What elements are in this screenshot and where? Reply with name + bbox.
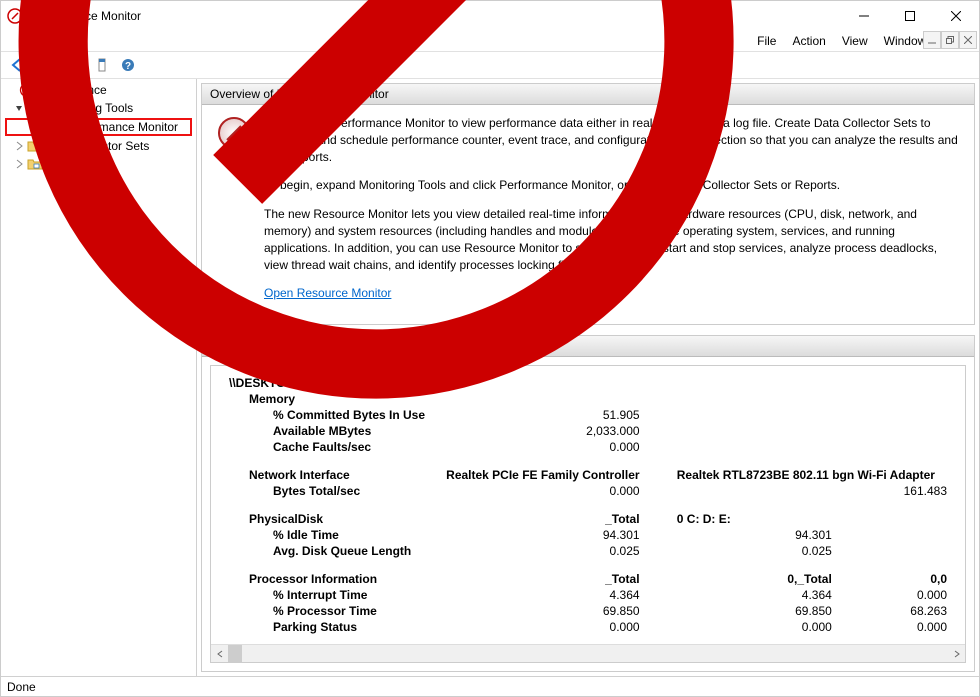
col-net2: Realtek RTL8723BE 802.11 bgn Wi-Fi Adapt… bbox=[673, 468, 951, 484]
label-committed: % Committed Bytes In Use bbox=[225, 408, 442, 424]
horizontal-scrollbar[interactable] bbox=[211, 644, 965, 662]
mdi-close-button[interactable] bbox=[959, 31, 977, 49]
label-available: Available MBytes bbox=[225, 424, 442, 440]
value-pk1: 0.000 bbox=[442, 620, 643, 636]
value-idle1: 94.301 bbox=[442, 528, 643, 544]
statusbar: Done bbox=[1, 676, 979, 696]
label-bytes: Bytes Total/sec bbox=[225, 484, 442, 500]
value-int3: 0.000 bbox=[836, 588, 951, 604]
col-disk2: 0 C: D: E: bbox=[673, 512, 836, 528]
scroll-right-button[interactable] bbox=[948, 645, 965, 662]
value-queue2: 0.025 bbox=[673, 544, 836, 560]
minimize-button[interactable] bbox=[841, 1, 887, 31]
mdi-minimize-button[interactable] bbox=[923, 31, 941, 49]
col-proc3: 0,0 bbox=[836, 572, 951, 588]
value-pk3: 0.000 bbox=[836, 620, 951, 636]
value-bytes1: 0.000 bbox=[442, 484, 643, 500]
label-interrupt: % Interrupt Time bbox=[225, 588, 442, 604]
close-button[interactable] bbox=[933, 1, 979, 31]
label-queue: Avg. Disk Queue Length bbox=[225, 544, 442, 560]
summary-table: \\DESKTOP-RDJB6GG Memory % Committed Byt… bbox=[225, 376, 951, 636]
value-pt3: 68.263 bbox=[836, 604, 951, 620]
value-committed: 51.905 bbox=[442, 408, 643, 424]
scrollbar-thumb[interactable] bbox=[228, 645, 242, 662]
value-queue1: 0.025 bbox=[442, 544, 643, 560]
app-icon-small bbox=[7, 0, 745, 410]
menu-file[interactable]: File bbox=[749, 32, 784, 50]
scrollbar-track[interactable] bbox=[228, 645, 948, 662]
value-bytes2: 161.483 bbox=[673, 484, 951, 500]
label-disk: PhysicalDisk bbox=[225, 512, 442, 528]
mdi-restore-button[interactable] bbox=[941, 31, 959, 49]
col-proc2: 0,_Total bbox=[673, 572, 836, 588]
maximize-button[interactable] bbox=[887, 1, 933, 31]
label-idle: % Idle Time bbox=[225, 528, 442, 544]
value-pk2: 0.000 bbox=[673, 620, 836, 636]
mdi-buttons bbox=[923, 31, 977, 49]
col-proc1: _Total bbox=[442, 572, 643, 588]
menubar: File Action View Window Help bbox=[1, 31, 979, 51]
value-cache: 0.000 bbox=[442, 440, 643, 456]
col-net1: Realtek PCIe FE Family Controller bbox=[442, 468, 643, 484]
window-buttons bbox=[841, 1, 979, 31]
label-proc: Processor Information bbox=[225, 572, 442, 588]
label-parking: Parking Status bbox=[225, 620, 442, 636]
scroll-left-button[interactable] bbox=[211, 645, 228, 662]
menu-action[interactable]: Action bbox=[784, 32, 833, 50]
value-available: 2,033.000 bbox=[442, 424, 643, 440]
value-idle2: 94.301 bbox=[673, 528, 836, 544]
value-int2: 4.364 bbox=[673, 588, 836, 604]
value-pt1: 69.850 bbox=[442, 604, 643, 620]
value-pt2: 69.850 bbox=[673, 604, 836, 620]
label-proctime: % Processor Time bbox=[225, 604, 442, 620]
label-net: Network Interface bbox=[225, 468, 442, 484]
status-text: Done bbox=[7, 680, 36, 694]
value-int1: 4.364 bbox=[442, 588, 643, 604]
col-disk1: _Total bbox=[442, 512, 643, 528]
label-cache: Cache Faults/sec bbox=[225, 440, 442, 456]
menu-view[interactable]: View bbox=[834, 32, 876, 50]
